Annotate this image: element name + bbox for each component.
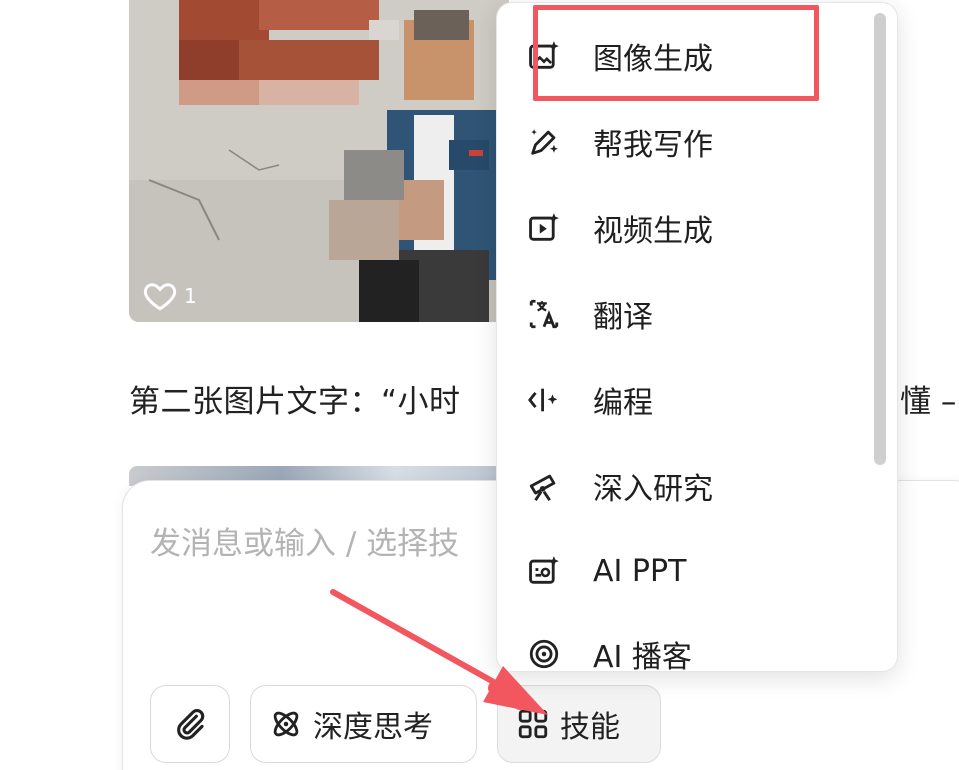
menu-item-writing[interactable]: 帮我写作 — [497, 106, 877, 178]
menu-item-label: 帮我写作 — [593, 128, 713, 163]
atom-icon — [273, 711, 299, 737]
deep-think-button[interactable]: 深度思考 — [250, 685, 477, 763]
chat-image[interactable] — [129, 0, 509, 322]
attach-button[interactable] — [150, 685, 230, 763]
menu-item-label: AI PPT — [593, 553, 687, 589]
photo-content — [129, 0, 509, 322]
skills-button[interactable]: 技能 — [497, 685, 661, 763]
menu-item-label: 视频生成 — [593, 214, 713, 249]
menu-item-translate[interactable]: 翻译 — [497, 278, 877, 350]
video-sparkle-icon — [529, 213, 559, 241]
code-icon — [528, 388, 558, 412]
menu-item-ai-ppt[interactable]: AI PPT — [497, 535, 877, 607]
like-count: 1 — [184, 284, 197, 308]
grid-icon — [518, 709, 548, 739]
message-input-placeholder[interactable]: 发消息或输入 / 选择技 — [150, 518, 459, 563]
menu-item-label: AI 播客 — [593, 640, 692, 672]
message-text: 第二张图片文字：“小时 — [129, 384, 461, 420]
pen-sparkle-icon — [531, 129, 558, 155]
ppt-icon — [529, 556, 559, 584]
menu-item-deep-research[interactable]: 深入研究 — [497, 450, 877, 522]
menu-item-coding[interactable]: 编程 — [497, 364, 877, 436]
paperclip-icon — [177, 709, 205, 740]
menu-scrollbar[interactable] — [874, 13, 886, 465]
skill-menu: 图像生成 帮我写作 视频生成 翻译 编程 深入研究 AI PPT AI 播客 — [496, 2, 898, 672]
menu-item-label: 编程 — [593, 386, 653, 421]
menu-item-label: 翻译 — [593, 300, 653, 335]
highlight-box — [533, 5, 819, 101]
menu-item-label: 深入研究 — [593, 472, 713, 507]
menu-item-video-generation[interactable]: 视频生成 — [497, 192, 877, 264]
message-text-tail: 懂 – — [900, 384, 957, 420]
deep-think-label: 深度思考 — [313, 710, 433, 745]
heart-icon[interactable] — [142, 278, 178, 314]
like-row[interactable]: 1 — [142, 278, 197, 314]
translate-icon — [529, 299, 559, 329]
skills-label: 技能 — [560, 710, 620, 745]
menu-item-ai-podcast[interactable]: AI 播客 — [497, 618, 877, 672]
telescope-icon — [529, 474, 556, 501]
podcast-icon — [529, 639, 559, 669]
